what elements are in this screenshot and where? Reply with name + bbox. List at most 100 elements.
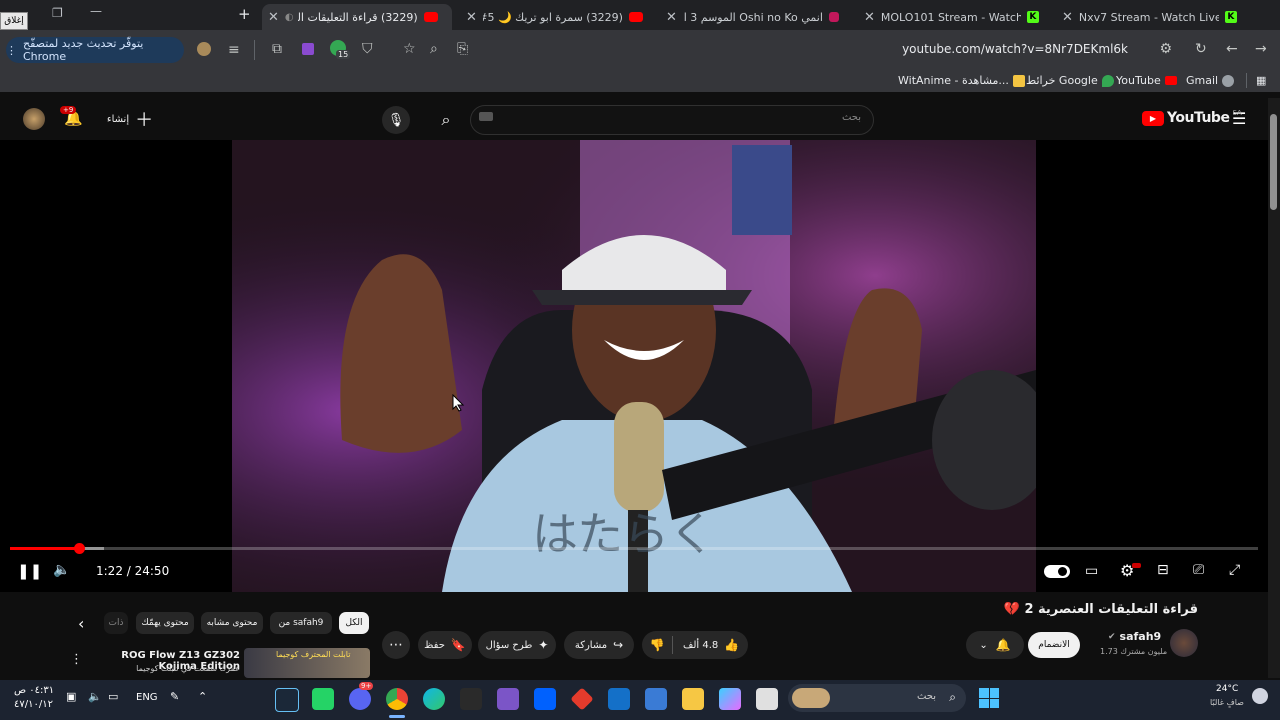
more-actions-button[interactable]: ⋯ [382,631,410,659]
whatsapp-like-icon[interactable] [312,688,334,710]
audio-icon: ◐ [284,11,294,23]
tab-youtube[interactable]: ✕ (3229) سمرة ابو تريك 🌙 5# | مع [460,4,650,30]
minimize-window-icon[interactable]: — [90,4,102,18]
recommendation-item[interactable]: تابلت المحترف كوجيما ROG Flow Z13 GZ302 … [60,648,372,678]
search-icon[interactable]: ⌕ [424,106,468,134]
clock-date[interactable]: ٤٧/١٠/١٢ [14,699,53,710]
subscribed-bell-button[interactable]: ⌄ 🔔 [966,631,1024,659]
channel-avatar[interactable] [1170,629,1198,657]
clock-time[interactable]: ٠٤:٣١ ص [14,685,54,696]
site-settings-icon[interactable]: ⚙ [1159,41,1172,57]
chip-all[interactable]: الكل [339,612,369,634]
sparkle-icon: ✦ [538,638,549,652]
epic-games-icon[interactable] [460,688,482,710]
restore-window-icon[interactable]: ❐ [52,6,63,20]
weather-widget[interactable]: 24°C صافٍ غالبًا [1208,684,1278,714]
taskbar-search[interactable]: ⌕ بحث [788,684,966,712]
visual-studio-icon[interactable] [497,688,519,710]
pause-icon[interactable]: ❚❚ [17,562,42,580]
volume-tray-icon[interactable]: 🔈 [88,690,102,703]
close-tab-icon[interactable]: ✕ [1062,10,1073,25]
back-icon[interactable]: ← [1226,41,1238,57]
dropbox-icon[interactable] [534,688,556,710]
chrome-icon[interactable] [386,688,408,710]
chip-from-channel[interactable]: من safah9 [270,612,332,634]
chip-label: محتوى يهمّك [141,618,189,628]
close-window-button[interactable]: إغلاق [0,12,28,30]
language-indicator[interactable]: ENG [136,692,158,703]
pen-icon[interactable]: ✎ [170,690,179,703]
extension-icon[interactable] [302,43,314,55]
verified-icon: ✔ [1108,631,1116,642]
battery-icon[interactable]: ▣ [66,690,76,703]
new-tab-button[interactable]: + [238,5,251,23]
close-tab-icon[interactable]: ✕ [666,10,677,25]
extensions-icon[interactable]: ⧉ [272,41,282,57]
chip-partial[interactable]: ذات [104,612,128,634]
progress-scrubber[interactable] [74,543,85,554]
edge-icon[interactable] [423,688,445,710]
share-button[interactable]: مشاركة ↪ [564,631,634,659]
dislike-button[interactable]: 👎 [642,638,672,652]
file-icon-app[interactable] [756,688,778,710]
bookmark-all-icon[interactable]: ▦ [1256,74,1266,87]
more-vert-icon[interactable]: ⋮ [70,652,83,667]
search-placeholder[interactable]: بحث [842,112,861,123]
video-frame[interactable]: はたらく [232,140,1036,592]
address-bar[interactable]: youtube.com/watch?v=8Nr7DEKml6k ⚙ [380,36,1190,64]
chip-related[interactable]: محتوى مشابه [201,612,263,634]
join-button[interactable]: الانضمام [1028,632,1080,658]
chevron-left-icon[interactable]: ‹ [78,614,84,633]
extension-badge-icon[interactable]: 15 [330,40,351,59]
tab-kick-molo[interactable]: ✕ MOLO101 Stream - Watch Live K [858,4,1048,30]
autoplay-toggle[interactable] [1044,565,1070,578]
discord-icon[interactable]: 9+ [349,682,374,710]
scrollbar-thumb[interactable] [1270,114,1277,210]
bookmark-maps[interactable]: خرائط Google [1026,74,1114,87]
cast-icon[interactable]: ⎚ [1193,562,1204,578]
tab-anime[interactable]: ✕ انمي Oshi no Ko الموسم 3 الحلقة [660,4,850,30]
reading-list-icon[interactable]: ≡ [228,42,240,58]
display-icon[interactable]: ▭ [108,690,118,703]
forward-icon[interactable]: → [1255,41,1267,57]
microphone-icon[interactable]: 🎙 [382,106,410,134]
close-tab-icon[interactable]: ✕ [466,10,477,25]
bookmark-gmail[interactable]: Gmail [1186,74,1235,87]
reload-icon[interactable]: ↻ [1195,41,1207,57]
steam-icon[interactable] [275,688,299,712]
outlook-icon[interactable] [608,688,630,710]
region-code: SA [1232,109,1242,117]
shield-icon[interactable]: ⛉ [362,41,373,57]
tab-youtube-active[interactable]: ✕ ◐ (3229) قراءة التعليقات العنصرية [262,4,452,30]
tab-kick-nxv7[interactable]: ✕ Nxv7 Stream - Watch Live on Kick K [1056,4,1246,30]
subtitles-icon[interactable]: ▭ [1085,563,1098,579]
microsoft-store-icon[interactable] [645,688,667,710]
tray-overflow-icon[interactable]: ⌃ [198,690,207,703]
fullscreen-icon[interactable]: ⤢ [1229,562,1240,578]
bookmark-witanime[interactable]: WitAnime - مشاهدة... [898,74,1025,87]
like-icon[interactable]: 👍 [724,638,739,652]
copilot-icon[interactable] [719,688,741,710]
file-explorer-icon[interactable] [682,688,704,710]
create-button[interactable]: إنشاء ＋ [104,106,156,132]
recommendation-thumbnail[interactable]: تابلت المحترف كوجيما [244,648,370,678]
youtube-logo[interactable]: ▶ YouTube SA [1142,109,1242,126]
notifications-button[interactable]: 🔔 +9 [60,106,88,132]
account-avatar[interactable] [23,108,45,130]
progress-track[interactable] [10,547,1258,550]
chip-recommended[interactable]: محتوى يهمّك [136,612,194,634]
channel-name[interactable]: ✔ safah9 [1108,630,1161,643]
search-box[interactable]: بحث [470,105,874,135]
profile-avatar[interactable] [197,42,211,56]
chrome-update-button[interactable]: ⋮ يتوفّر تحديث جديد لمتصفّح Chrome [6,37,184,63]
volume-icon[interactable]: 🔈 [53,562,70,578]
save-button[interactable]: حفظ 🔖 [418,631,472,659]
miniplayer-icon[interactable]: ⊟ [1157,562,1169,578]
ask-button[interactable]: طرح سؤال ✦ [478,631,556,659]
windows-start-button[interactable] [979,688,999,708]
close-tab-icon[interactable]: ✕ [268,10,279,25]
bookmark-youtube[interactable]: YouTube [1116,74,1177,87]
keyboard-icon[interactable] [479,112,493,121]
close-tab-icon[interactable]: ✕ [864,10,875,25]
url-text[interactable]: youtube.com/watch?v=8Nr7DEKml6k [902,42,1128,56]
